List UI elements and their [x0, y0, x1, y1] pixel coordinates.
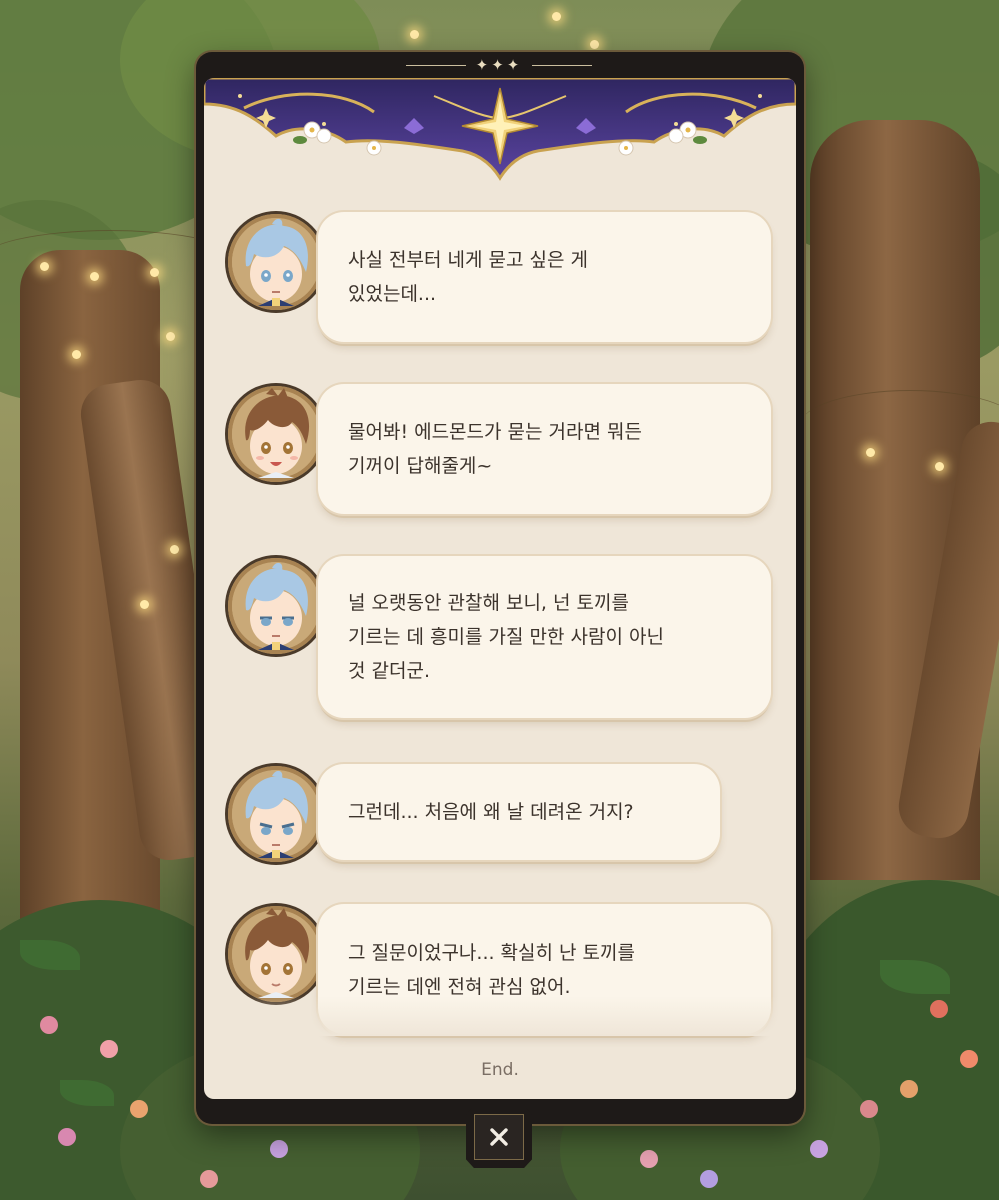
message-text: 널 오랫동안 관찰해 보니, 넌 토끼를 기르는 데 흥미를 가질 만한 사람이…: [348, 592, 664, 682]
message-bubble: 그런데... 처음에 왜 날 데려온 거지?: [318, 764, 720, 860]
avatar-blue-hair: [228, 766, 324, 862]
end-label: End.: [481, 1060, 519, 1080]
list-fade: [204, 996, 796, 1036]
message-bubble: 널 오랫동안 관찰해 보니, 넌 토끼를 기르는 데 흥미를 가질 만한 사람이…: [318, 556, 771, 718]
avatar-brown-hair: [228, 906, 324, 1002]
close-button[interactable]: [474, 1114, 524, 1160]
avatar-blue-hair: [228, 214, 324, 310]
message-list[interactable]: 사실 전부터 네게 묻고 싶은 게 있었는데... 물어봐! 에드몬드가 묻는 …: [204, 198, 796, 1078]
avatar-brown-hair: [228, 386, 324, 482]
message-text: 그 질문이었구나... 확실히 난 토끼를 기르는 데엔 전혀 관심 없어.: [348, 942, 635, 998]
star-icon: [461, 87, 539, 165]
message-bubble: 사실 전부터 네게 묻고 싶은 게 있었는데...: [318, 212, 771, 342]
frame-ornament: ✦✦✦: [374, 55, 624, 75]
close-icon: [490, 1128, 508, 1146]
message-text: 사실 전부터 네게 묻고 싶은 게 있었는데...: [348, 249, 588, 305]
avatar-blue-hair: [228, 558, 324, 654]
message-text: 물어봐! 에드몬드가 묻는 거라면 뭐든 기꺼이 답해줄게~: [348, 421, 642, 477]
message-bubble: 물어봐! 에드몬드가 묻는 거라면 뭐든 기꺼이 답해줄게~: [318, 384, 771, 514]
message-text: 그런데... 처음에 왜 날 데려온 거지?: [348, 801, 634, 823]
dialog-panel: 사실 전부터 네게 묻고 싶은 게 있었는데... 물어봐! 에드몬드가 묻는 …: [204, 78, 796, 1099]
